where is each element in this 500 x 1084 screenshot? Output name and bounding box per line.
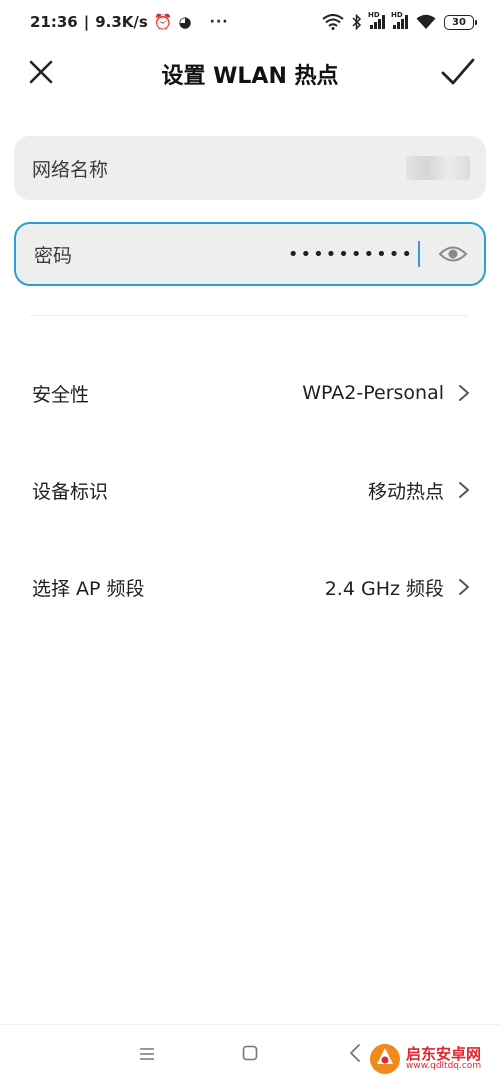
signal-icon-sim1: HD [368,11,385,29]
title-bar: 设置 WLAN 热点 [0,44,500,102]
hd-badge: HD [368,11,380,19]
status-left: 21:36 | 9.3K/s ⏰ ◕ ··· [30,13,229,31]
ap-band-label: 选择 AP 频段 [32,577,145,600]
wifi-icon [416,14,436,29]
status-right: HD HD 30 [322,11,477,30]
show-password-eye-icon[interactable] [438,243,468,265]
wifi-hotspot-icon [322,14,344,30]
password-field[interactable]: 密码 •••••••••• [14,222,486,286]
battery-icon: 30 [444,14,477,30]
watermark-url: www.qdltdq.com [406,1061,482,1072]
device-identifier-row[interactable]: 设备标识 移动热点 [0,460,500,520]
site-watermark: 启东安卓网 www.qdltdq.com [368,1042,481,1076]
hd-badge: HD [391,11,403,19]
status-time: 21:36 [30,13,78,31]
network-name-label: 网络名称 [32,158,109,181]
section-divider [30,315,468,316]
chevron-right-icon [459,579,469,595]
status-bar: 21:36 | 9.3K/s ⏰ ◕ ··· HD HD 30 [0,0,500,44]
page-title: 设置 WLAN 热点 [161,64,339,89]
recent-apps-menu-icon[interactable] [138,1045,156,1063]
password-value: •••••••••• [288,241,420,267]
network-name-value-blurred [406,156,470,180]
password-dots: •••••••••• [287,243,414,265]
back-chevron-icon[interactable] [348,1043,362,1063]
watermark-name: 启东安卓网 [406,1044,482,1063]
ap-band-row[interactable]: 选择 AP 频段 2.4 GHz 频段 [0,557,500,617]
signal-icon-sim2: HD [391,11,408,29]
vpn-globe-icon: ◕ [178,13,192,31]
chevron-right-icon [459,482,469,498]
security-row[interactable]: 安全性 WPA2-Personal [0,363,500,423]
security-value: WPA2-Personal [302,382,444,404]
text-cursor [418,241,420,267]
watermark-logo-icon [370,1044,400,1074]
home-square-icon[interactable] [242,1045,258,1061]
chevron-right-icon [459,385,469,401]
ap-band-value: 2.4 GHz 频段 [324,577,444,600]
screen: 21:36 | 9.3K/s ⏰ ◕ ··· HD HD 30 设置 WLAN … [0,0,500,1084]
bluetooth-icon [352,14,362,30]
battery-level: 30 [452,16,466,28]
network-name-field[interactable]: 网络名称 [14,136,486,200]
device-identifier-label: 设备标识 [32,480,109,503]
security-label: 安全性 [32,383,90,406]
password-label: 密码 [34,244,73,267]
more-notifications-icon: ··· [209,14,229,30]
confirm-check-icon[interactable] [440,56,476,88]
status-separator: | [83,13,90,31]
network-speed: 9.3K/s [95,13,148,31]
alarm-icon: ⏰ [153,13,173,31]
watermark-text: 启东安卓网 www.qdltdq.com [406,1046,481,1072]
device-identifier-value: 移动热点 [367,480,444,503]
